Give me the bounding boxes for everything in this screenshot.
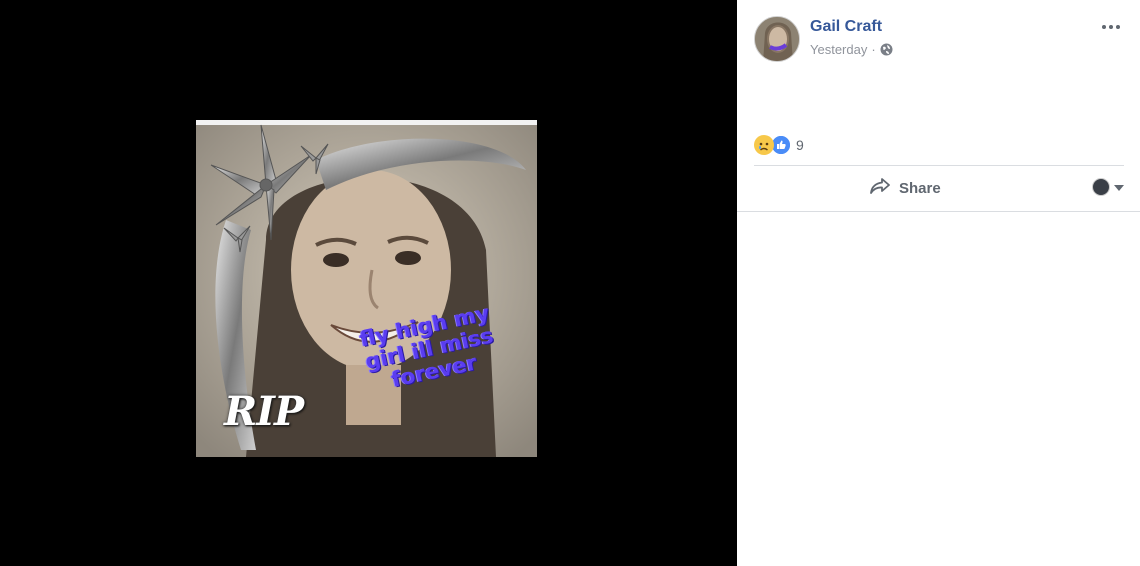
avatar-icon	[1092, 178, 1110, 196]
post-header: Gail Craft Yesterday ·	[754, 16, 1124, 62]
caret-down-icon	[1114, 178, 1124, 196]
avatar-image	[755, 17, 799, 61]
author-name-link[interactable]: Gail Craft	[810, 18, 882, 36]
audience-selector[interactable]	[1092, 178, 1124, 196]
reaction-count: 9	[796, 137, 804, 153]
post-timestamp[interactable]: Yesterday	[810, 42, 867, 57]
action-bar-bottom-border	[737, 211, 1140, 212]
post-side-panel: Gail Craft Yesterday · 9 Share	[737, 0, 1140, 566]
more-options-dot	[1116, 25, 1120, 29]
rip-text: RIP	[224, 388, 304, 435]
share-button[interactable]: Share	[869, 176, 941, 200]
photo-viewer: RIP fly high my girl ill miss forever	[0, 0, 737, 566]
reactions-summary[interactable]: 9	[754, 133, 804, 157]
meta-separator: ·	[871, 42, 876, 57]
post-action-bar: Share	[754, 166, 1124, 210]
post-meta: Yesterday ·	[810, 42, 893, 57]
memorial-photo[interactable]: RIP fly high my girl ill miss forever	[196, 120, 537, 457]
globe-icon[interactable]	[880, 43, 893, 56]
author-avatar[interactable]	[754, 16, 800, 62]
share-arrow-icon	[869, 177, 891, 200]
more-options-button[interactable]	[1098, 18, 1124, 36]
sad-reaction-icon	[754, 135, 774, 155]
photo-theater: RIP fly high my girl ill miss forever Ga…	[0, 0, 1140, 566]
more-options-icon	[1102, 25, 1106, 29]
more-options-dot	[1109, 25, 1113, 29]
share-label: Share	[899, 179, 941, 197]
